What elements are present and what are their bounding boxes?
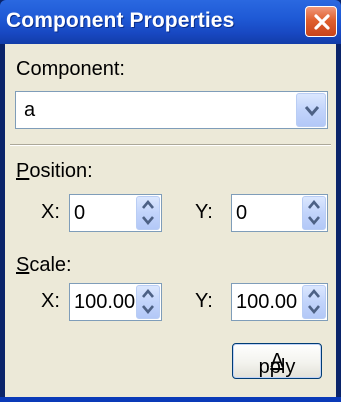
spin-up-icon bbox=[308, 289, 320, 298]
title-bar[interactable]: Component Properties bbox=[0, 0, 341, 44]
spin-down-icon bbox=[142, 216, 154, 225]
dropdown-button[interactable] bbox=[296, 93, 326, 127]
spin-up-icon bbox=[308, 200, 320, 209]
apply-label-rest: pply bbox=[258, 356, 296, 378]
scale-x-spin-buttons[interactable] bbox=[136, 285, 160, 319]
scale-mnemonic: S bbox=[16, 254, 30, 276]
position-x-input[interactable] bbox=[74, 200, 136, 226]
scale-label: Scale: bbox=[16, 254, 72, 277]
component-label: Component: bbox=[16, 58, 125, 80]
scale-y-decrement[interactable] bbox=[303, 302, 325, 318]
position-y-spin-buttons[interactable] bbox=[302, 196, 326, 230]
position-y-decrement[interactable] bbox=[303, 213, 325, 229]
scale-x-label: X: bbox=[41, 290, 60, 312]
position-y-spinner[interactable] bbox=[231, 194, 328, 232]
position-mnemonic: P bbox=[16, 160, 30, 182]
position-x-decrement[interactable] bbox=[137, 213, 159, 229]
close-icon bbox=[314, 14, 330, 30]
window-bottom-border bbox=[0, 397, 341, 402]
chevron-down-icon bbox=[305, 106, 319, 117]
scale-x-input[interactable] bbox=[74, 289, 136, 315]
spin-down-icon bbox=[308, 305, 320, 314]
window-title: Component Properties bbox=[6, 9, 235, 32]
position-x-spin-buttons[interactable] bbox=[136, 196, 160, 230]
position-x-label: X: bbox=[41, 201, 60, 223]
position-y-increment[interactable] bbox=[303, 197, 325, 213]
apply-button-label: Apply bbox=[233, 350, 321, 378]
scale-x-spinner[interactable] bbox=[69, 283, 162, 321]
scale-y-increment[interactable] bbox=[303, 286, 325, 302]
scale-x-increment[interactable] bbox=[137, 286, 159, 302]
section-divider bbox=[10, 144, 331, 146]
spin-up-icon bbox=[142, 200, 154, 209]
scale-y-spin-buttons[interactable] bbox=[302, 285, 326, 319]
dialog-body: Component: a Position: X: 0 Y: 0 Scale: … bbox=[5, 44, 336, 397]
component-properties-window: Component Properties Component: a Positi… bbox=[0, 0, 341, 402]
scale-y-input[interactable] bbox=[236, 289, 302, 315]
close-button[interactable] bbox=[305, 6, 337, 37]
apply-button[interactable]: Apply bbox=[232, 343, 322, 379]
component-dropdown[interactable]: a bbox=[15, 91, 328, 129]
scale-y-spinner[interactable] bbox=[231, 283, 328, 321]
component-value: a bbox=[24, 99, 36, 121]
spin-down-icon bbox=[142, 305, 154, 314]
spin-up-icon bbox=[142, 289, 154, 298]
position-label: Position: bbox=[16, 160, 93, 183]
spin-down-icon bbox=[308, 216, 320, 225]
position-x-spinner[interactable] bbox=[69, 194, 162, 232]
scale-label-rest: cale: bbox=[29, 254, 72, 276]
position-x-increment[interactable] bbox=[137, 197, 159, 213]
position-label-rest: osition: bbox=[29, 160, 93, 182]
position-y-input[interactable] bbox=[236, 200, 302, 226]
scale-x-decrement[interactable] bbox=[137, 302, 159, 318]
position-y-label: Y: bbox=[195, 201, 213, 223]
scale-y-label: Y: bbox=[195, 290, 213, 312]
